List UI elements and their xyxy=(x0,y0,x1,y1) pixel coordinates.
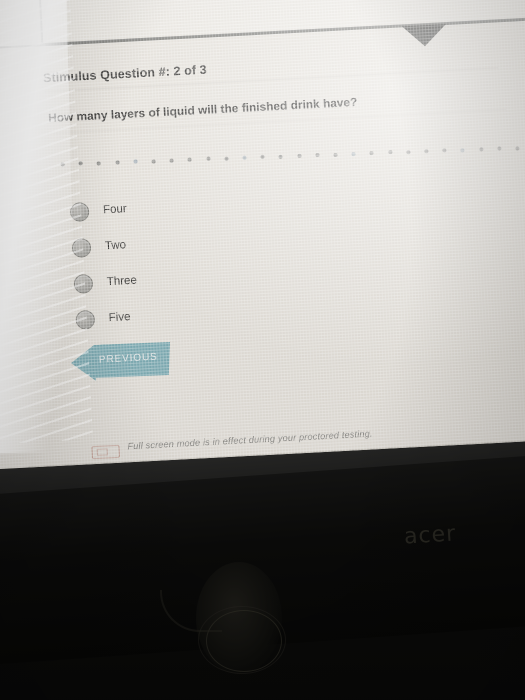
divider-dot xyxy=(351,151,356,156)
divider-dot xyxy=(369,151,374,156)
divider-dot xyxy=(151,158,156,164)
option-row[interactable]: Two xyxy=(71,227,136,266)
divider-dot xyxy=(406,149,411,155)
chevron-down-icon[interactable] xyxy=(401,24,447,48)
divider-dot xyxy=(278,154,284,159)
divider-dot xyxy=(460,147,465,153)
test-page: glasses, then enjoy this simple yet beau… xyxy=(0,0,525,471)
option-row[interactable]: Four xyxy=(69,191,134,230)
option-label: Three xyxy=(106,274,138,289)
question-header-label: Stimulus Question #: xyxy=(42,64,171,86)
divider-dot xyxy=(187,157,193,162)
monitor-screen: glasses, then enjoy this simple yet beau… xyxy=(0,0,525,471)
acer-logo: acer xyxy=(403,521,457,550)
question-number: 2 of 3 xyxy=(173,62,208,79)
radio-button-icon[interactable] xyxy=(73,273,94,294)
previous-button[interactable]: PREVIOUS xyxy=(70,341,172,382)
divider-dot xyxy=(133,159,138,164)
question-prompt: How many layers of liquid will the finis… xyxy=(47,94,358,126)
divider-dot xyxy=(169,158,174,163)
divider-dot xyxy=(424,149,429,154)
proctor-notice-text: Full screen mode is in effect during you… xyxy=(127,428,373,452)
radio-button-icon[interactable] xyxy=(71,237,92,258)
divider-dot xyxy=(115,160,120,165)
divider-dot xyxy=(60,162,65,167)
dotted-divider xyxy=(60,138,525,179)
divider-dot xyxy=(442,148,447,153)
option-row[interactable]: Five xyxy=(75,299,140,338)
divider-dot xyxy=(333,152,338,157)
fullscreen-icon xyxy=(91,444,121,460)
option-row[interactable]: Three xyxy=(73,263,138,302)
option-label: Five xyxy=(108,310,131,325)
divider-dot xyxy=(206,156,211,162)
divider-dot xyxy=(387,150,393,155)
radio-button-icon[interactable] xyxy=(69,201,90,222)
divider-dot xyxy=(78,161,83,166)
divider-dot xyxy=(242,155,247,160)
divider-dot xyxy=(315,153,320,158)
question-header: Stimulus Question #: 2 of 3 xyxy=(43,63,207,86)
divider-dot xyxy=(260,155,265,160)
divider-dot xyxy=(96,160,102,166)
divider-dot xyxy=(297,153,302,158)
option-label: Two xyxy=(104,239,127,253)
divider-dot xyxy=(224,156,229,161)
monitor-photo: acer glasses, then enjoy this simple yet… xyxy=(0,0,525,700)
radio-button-icon[interactable] xyxy=(75,309,96,330)
divider-dot xyxy=(497,146,502,151)
divider-dot xyxy=(478,147,484,152)
answer-options: Four Two Three Five xyxy=(69,191,139,338)
option-label: Four xyxy=(102,203,128,217)
divider-dot xyxy=(515,145,520,151)
